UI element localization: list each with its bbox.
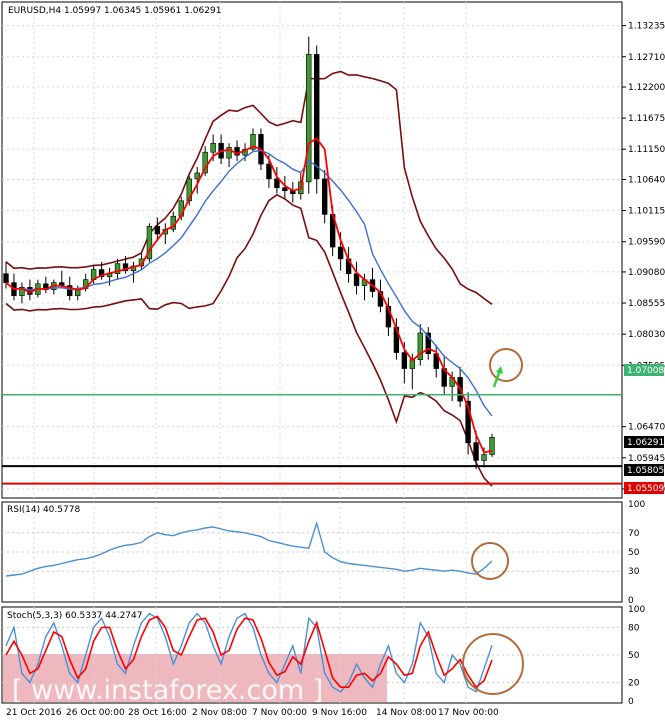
- svg-text:1.05509: 1.05509: [627, 484, 664, 494]
- stoch-tick-label: 100: [628, 605, 645, 615]
- time-label: 14 Nov 08:00: [376, 708, 437, 718]
- price-tick-label: 1.09590: [628, 238, 665, 248]
- price-tag-current: 1.06291: [624, 436, 664, 448]
- price-tick-label: 1.12200: [628, 83, 665, 93]
- bear-candle-body: [266, 163, 272, 180]
- time-label: 26 Oct 00:00: [66, 708, 125, 718]
- bear-candle-body: [321, 178, 328, 215]
- time-label: 28 Oct 16:00: [128, 708, 187, 718]
- time-label: 17 Nov 00:00: [438, 708, 499, 718]
- price-tick-label: 1.10640: [628, 175, 665, 185]
- rsi-tick-label: 50: [628, 548, 640, 558]
- price-tick-label: 1.10115: [628, 207, 665, 217]
- svg-text:1.07008: 1.07008: [627, 366, 664, 376]
- stoch-tick-label: 20: [628, 679, 640, 689]
- stoch-tick-label: 80: [628, 623, 640, 633]
- bear-candle-body: [401, 352, 408, 369]
- bear-candle-body: [337, 246, 344, 260]
- stoch-tick-label: 50: [628, 651, 640, 661]
- svg-text:1.05805: 1.05805: [627, 466, 664, 476]
- svg-text:1.06291: 1.06291: [627, 438, 664, 448]
- price-tick-label: 1.08555: [628, 299, 665, 309]
- time-axis: 21 Oct 2016 26 Oct 00:00 28 Oct 16:00 2 Nov…: [6, 708, 499, 718]
- bull-candle-body: [194, 172, 200, 180]
- watermark: [ www.instaforex.com ]: [12, 675, 323, 706]
- price-panel: [1, 1, 623, 499]
- price-tick-label: 1.09080: [628, 268, 665, 278]
- price-tick-label: 1.06470: [628, 423, 665, 433]
- stoch-tick-label: 0: [628, 697, 634, 707]
- price-tick-label: 1.11150: [628, 145, 665, 155]
- time-label: 2 Nov 08:00: [192, 708, 247, 718]
- price-tag-support-black: 1.05805: [624, 464, 664, 476]
- bear-candle-body: [473, 442, 479, 461]
- candle: [306, 36, 312, 194]
- price-tag-green: 1.07008: [624, 364, 664, 376]
- symbol-header: EURUSD,H4 1.05997 1.06345 1.05961 1.0629…: [8, 6, 221, 16]
- bear-candle-body: [274, 178, 280, 189]
- bear-candle-body: [154, 225, 161, 235]
- price-tick-label: 1.11675: [628, 114, 665, 124]
- candle: [489, 433, 495, 457]
- time-label: 7 Nov 00:00: [252, 708, 307, 718]
- price-tick-label: 1.05945: [628, 454, 665, 464]
- bear-candle-body: [314, 54, 320, 180]
- rsi-tick-label: 70: [628, 529, 640, 539]
- price-axis: 1.13235 1.12710 1.12200 1.11675 1.11150 1.106…: [622, 22, 665, 495]
- rsi-label: RSI(14) 40.5778: [7, 505, 80, 515]
- candle: [314, 45, 320, 194]
- rsi-tick-label: 100: [628, 500, 645, 510]
- eurusd-h4-chart: 1.13235 1.12710 1.12200 1.11675 1.11150 1.106…: [1, 1, 665, 718]
- price-tick-label: 1.08030: [628, 330, 665, 340]
- bear-candle-body: [353, 273, 360, 286]
- price-tick-label: 1.12710: [628, 53, 665, 63]
- time-label: 9 Nov 16:00: [312, 708, 367, 718]
- candle: [146, 223, 153, 262]
- price-tag-support-red: 1.05509: [624, 482, 664, 494]
- bull-candle-body: [210, 143, 216, 153]
- bear-candle-body: [282, 187, 288, 192]
- bull-candle-body: [481, 454, 487, 461]
- price-tick-label: 1.13235: [628, 22, 665, 32]
- time-label: 21 Oct 2016: [6, 708, 62, 718]
- bear-candle-body: [3, 273, 9, 283]
- rsi-tick-label: 30: [628, 567, 640, 577]
- stoch-label: Stoch(5,3,3) 60.5337 44.2747: [7, 611, 142, 621]
